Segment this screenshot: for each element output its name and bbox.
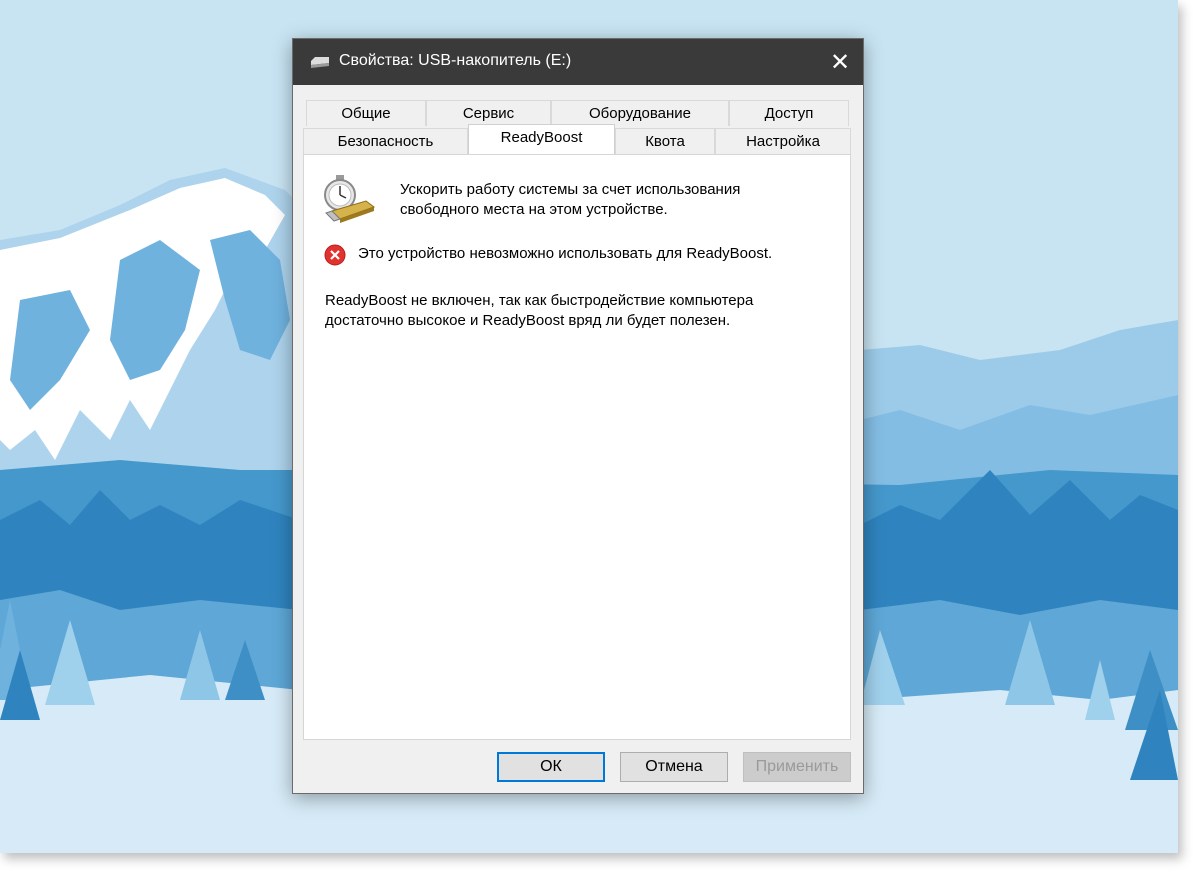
apply-button[interactable]: Применить — [743, 752, 851, 782]
tab-general[interactable]: Общие — [306, 100, 426, 126]
tab-hardware[interactable]: Оборудование — [551, 100, 729, 126]
properties-dialog: Свойства: USB-накопитель (E:) ✕ Общие Се… — [292, 38, 864, 794]
readyboost-stopwatch-icon — [324, 175, 376, 223]
readyboost-info-message: ReadyBoost не включен, так как быстродей… — [325, 292, 754, 329]
close-icon: ✕ — [829, 48, 851, 76]
usb-drive-icon — [311, 57, 329, 68]
readyboost-panel: Ускорить работу системы за счет использо… — [303, 154, 851, 740]
cancel-button[interactable]: Отмена — [620, 752, 728, 782]
error-icon — [324, 244, 346, 266]
tab-sharing[interactable]: Доступ — [729, 100, 849, 126]
readyboost-description: Ускорить работу системы за счет использо… — [400, 181, 741, 218]
title-bar[interactable]: Свойства: USB-накопитель (E:) ✕ — [293, 39, 863, 85]
tab-readyboost[interactable]: ReadyBoost — [468, 124, 615, 154]
tab-quota[interactable]: Квота — [615, 128, 715, 154]
ok-button[interactable]: ОК — [497, 752, 605, 782]
error-message: Это устройство невозможно использовать д… — [358, 245, 773, 262]
dialog-title: Свойства: USB-накопитель (E:) — [339, 52, 572, 69]
tab-security[interactable]: Безопасность — [303, 128, 468, 154]
tab-tools[interactable]: Сервис — [426, 100, 551, 126]
tab-customize[interactable]: Настройка — [715, 128, 851, 154]
close-button[interactable]: ✕ — [817, 39, 863, 85]
